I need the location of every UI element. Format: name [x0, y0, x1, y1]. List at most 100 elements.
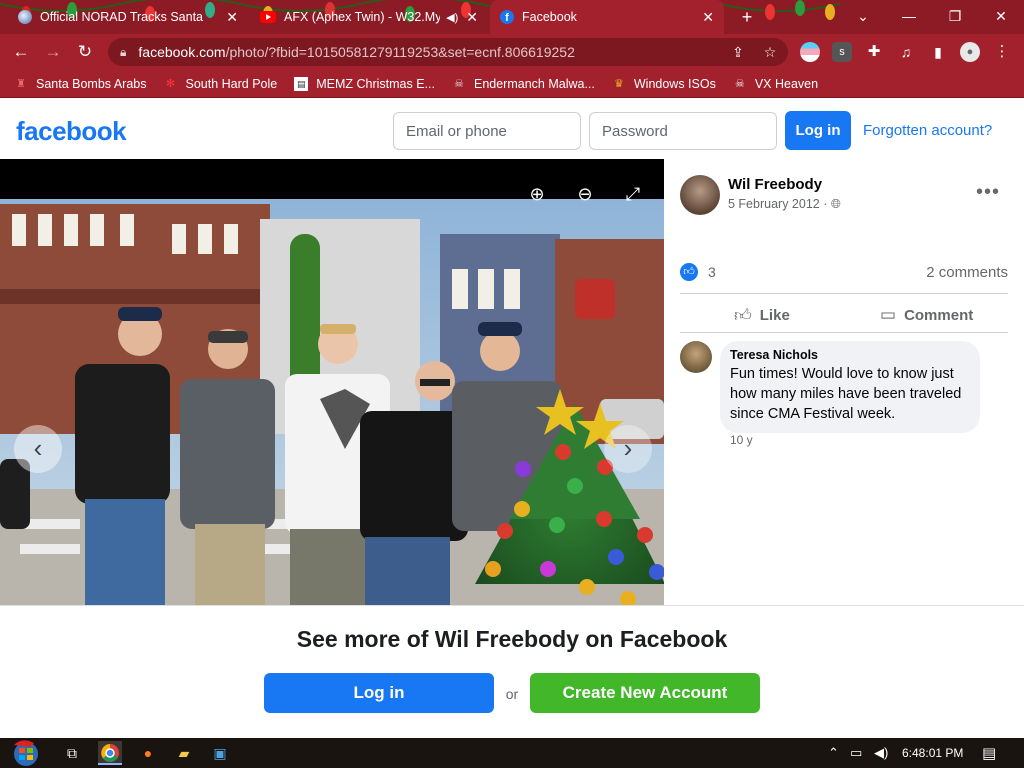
reactions-summary[interactable]: 👍︎ 3	[680, 263, 716, 281]
previous-photo-button[interactable]: ‹	[14, 425, 62, 473]
bookmark-star-icon[interactable]: ☆	[760, 42, 780, 62]
speaker-icon[interactable]: ◀)	[446, 11, 458, 24]
address-bar[interactable]: 🔒︎ facebook.com/photo/?fbid=101505812791…	[108, 38, 788, 66]
or-separator: or	[505, 686, 519, 702]
share-icon[interactable]: ⇪	[728, 42, 748, 62]
zoom-in-icon[interactable]: ⊕	[524, 181, 550, 207]
author-name[interactable]: Wil Freebody	[728, 176, 822, 193]
page-icon: ▤	[294, 76, 309, 91]
photo-viewer: ⊕ ⊖ ⤢ ‹ ›	[0, 159, 664, 605]
flag-extension-icon[interactable]	[800, 42, 820, 62]
comment-label: Comment	[904, 306, 974, 324]
start-button[interactable]	[8, 739, 44, 767]
like-button[interactable]: 👍︎ Like	[734, 305, 790, 326]
tab-search-button[interactable]: ⌄	[840, 0, 886, 34]
norad-icon	[18, 10, 32, 24]
facebook-header: facebook Log in Forgotten account?	[0, 98, 1024, 160]
bookmark-item[interactable]: ☠ VX Heaven	[733, 77, 818, 91]
thumbs-up-icon: 👍︎	[680, 263, 698, 281]
taskbar-clock[interactable]: 6:48:01 PM	[902, 746, 963, 760]
group-photo	[0, 199, 664, 605]
banner-title: See more of Wil Freebody on Facebook	[296, 626, 728, 652]
file-explorer-icon[interactable]: ▰	[172, 741, 196, 765]
commenter-avatar[interactable]	[680, 341, 712, 373]
s-extension-icon[interactable]: s	[832, 42, 852, 62]
divider	[680, 332, 1008, 333]
commenter-name[interactable]: Teresa Nichols	[730, 348, 970, 362]
volume-icon[interactable]: ◀)	[874, 745, 888, 761]
forgotten-account-link[interactable]: Forgotten account?	[863, 122, 992, 139]
lock-icon[interactable]: 🔒︎	[120, 45, 126, 60]
back-button[interactable]: ←	[10, 41, 32, 63]
figure-icon: ♜	[16, 77, 26, 90]
forward-button[interactable]: →	[42, 41, 64, 63]
post-details-panel: Wil Freebody 5 February 2012 · 🌐︎ ••• 👍︎…	[664, 159, 1024, 605]
toolbar: ← → ↻ 🔒︎ facebook.com/photo/?fbid=101505…	[0, 34, 1024, 70]
show-hidden-icons[interactable]: ⌃	[828, 745, 839, 761]
tab-facebook[interactable]: f Facebook ✕	[490, 0, 724, 34]
close-window-button[interactable]: ✕	[978, 0, 1024, 34]
bookmark-label: VX Heaven	[754, 76, 819, 91]
post-date[interactable]: 5 February 2012 · 🌐︎	[728, 197, 841, 212]
next-photo-button[interactable]: ›	[604, 425, 652, 473]
profile-avatar-icon[interactable]: ●	[960, 42, 980, 62]
email-field[interactable]	[393, 112, 581, 150]
url-path: /photo/?fbid=10150581279119253&set=ecnf.…	[225, 44, 575, 60]
bookmark-item[interactable]: ✻ South Hard Pole	[163, 77, 277, 91]
tab-aphex-twin[interactable]: AFX (Aphex Twin) - W32.My ◀) ✕	[250, 0, 488, 34]
bookmark-item[interactable]: ♜ Santa Bombs Arabs	[14, 77, 146, 91]
globe-icon: 🌐︎	[830, 197, 841, 211]
comment-bubble: Teresa Nichols Fun times! Would love to …	[720, 341, 980, 433]
tab-title: AFX (Aphex Twin) - W32.My	[284, 10, 441, 24]
side-panel-icon[interactable]: ▮	[928, 42, 948, 62]
tab-title: Facebook	[522, 10, 577, 24]
reload-button[interactable]: ↻	[74, 41, 96, 63]
media-control-icon[interactable]: ♫	[896, 42, 916, 62]
post-date-text: 5 February 2012 ·	[728, 197, 828, 211]
firefox-taskbar-icon[interactable]: ●	[136, 741, 160, 765]
extensions-puzzle-icon[interactable]: ✚	[864, 42, 884, 62]
notifications-icon[interactable]: ▤	[982, 744, 996, 762]
author-avatar[interactable]	[680, 175, 720, 215]
header-login-button[interactable]: Log in	[785, 111, 851, 150]
bookmark-item[interactable]: ☠ Endermanch Malwa...	[452, 77, 595, 91]
bookmark-item[interactable]: ♛ Windows ISOs	[612, 77, 716, 91]
comment-button[interactable]: ▭ Comment	[880, 305, 973, 325]
close-tab-icon[interactable]: ✕	[466, 9, 478, 26]
comment-count[interactable]: 2 comments	[926, 264, 1008, 281]
task-view-icon[interactable]: ⧉	[60, 741, 84, 765]
restore-button[interactable]: ❐	[932, 0, 978, 34]
create-account-button[interactable]: Create New Account	[530, 673, 760, 713]
bookmark-label: MEMZ Christmas E...	[316, 76, 435, 91]
network-icon[interactable]: ▭	[850, 745, 862, 761]
taskbar: ⧉ ● ▰ ▣ ⌃ ▭ ◀) 6:48:01 PM ▤	[0, 738, 1024, 768]
password-field[interactable]	[589, 112, 777, 150]
menu-kebab-icon[interactable]: ⋮	[992, 42, 1012, 62]
fullscreen-icon[interactable]: ⤢	[620, 181, 646, 207]
comment-icon: ▭	[880, 305, 897, 324]
app-window-icon[interactable]: ▣	[208, 741, 232, 765]
like-label: Like	[759, 307, 790, 324]
divider	[680, 293, 1008, 294]
bookmarks-bar: ♜ Santa Bombs Arabs ✻ South Hard Pole ▤ MEM…	[0, 70, 1024, 98]
close-tab-icon[interactable]: ✕	[702, 9, 714, 26]
facebook-logo[interactable]: facebook	[16, 116, 127, 147]
zoom-out-icon[interactable]: ⊖	[572, 181, 598, 207]
more-options-icon[interactable]: •••	[976, 181, 1000, 204]
close-tab-icon[interactable]: ✕	[226, 9, 238, 26]
comment-text: Fun times! Would love to know just how m…	[730, 366, 962, 422]
banner-login-button[interactable]: Log in	[264, 673, 494, 713]
comment-time[interactable]: 10 y	[730, 433, 753, 447]
facebook-icon: f	[500, 10, 514, 24]
chrome-taskbar-icon[interactable]	[98, 741, 122, 765]
trophy-icon: ♛	[613, 77, 624, 90]
bookmark-label: South Hard Pole	[185, 76, 278, 91]
login-prompt-banner: See more of Wil Freebody on Facebook Log…	[0, 605, 1024, 738]
new-tab-button[interactable]: +	[736, 6, 758, 28]
skull-icon: ☠	[454, 77, 464, 90]
bookmark-item[interactable]: ▤ MEMZ Christmas E...	[294, 76, 435, 91]
minimize-button[interactable]: —	[886, 0, 932, 34]
snowflake-icon: ✻	[165, 77, 176, 90]
bookmark-label: Windows ISOs	[633, 76, 716, 91]
tab-norad[interactable]: Official NORAD Tracks Santa ✕	[8, 0, 248, 34]
